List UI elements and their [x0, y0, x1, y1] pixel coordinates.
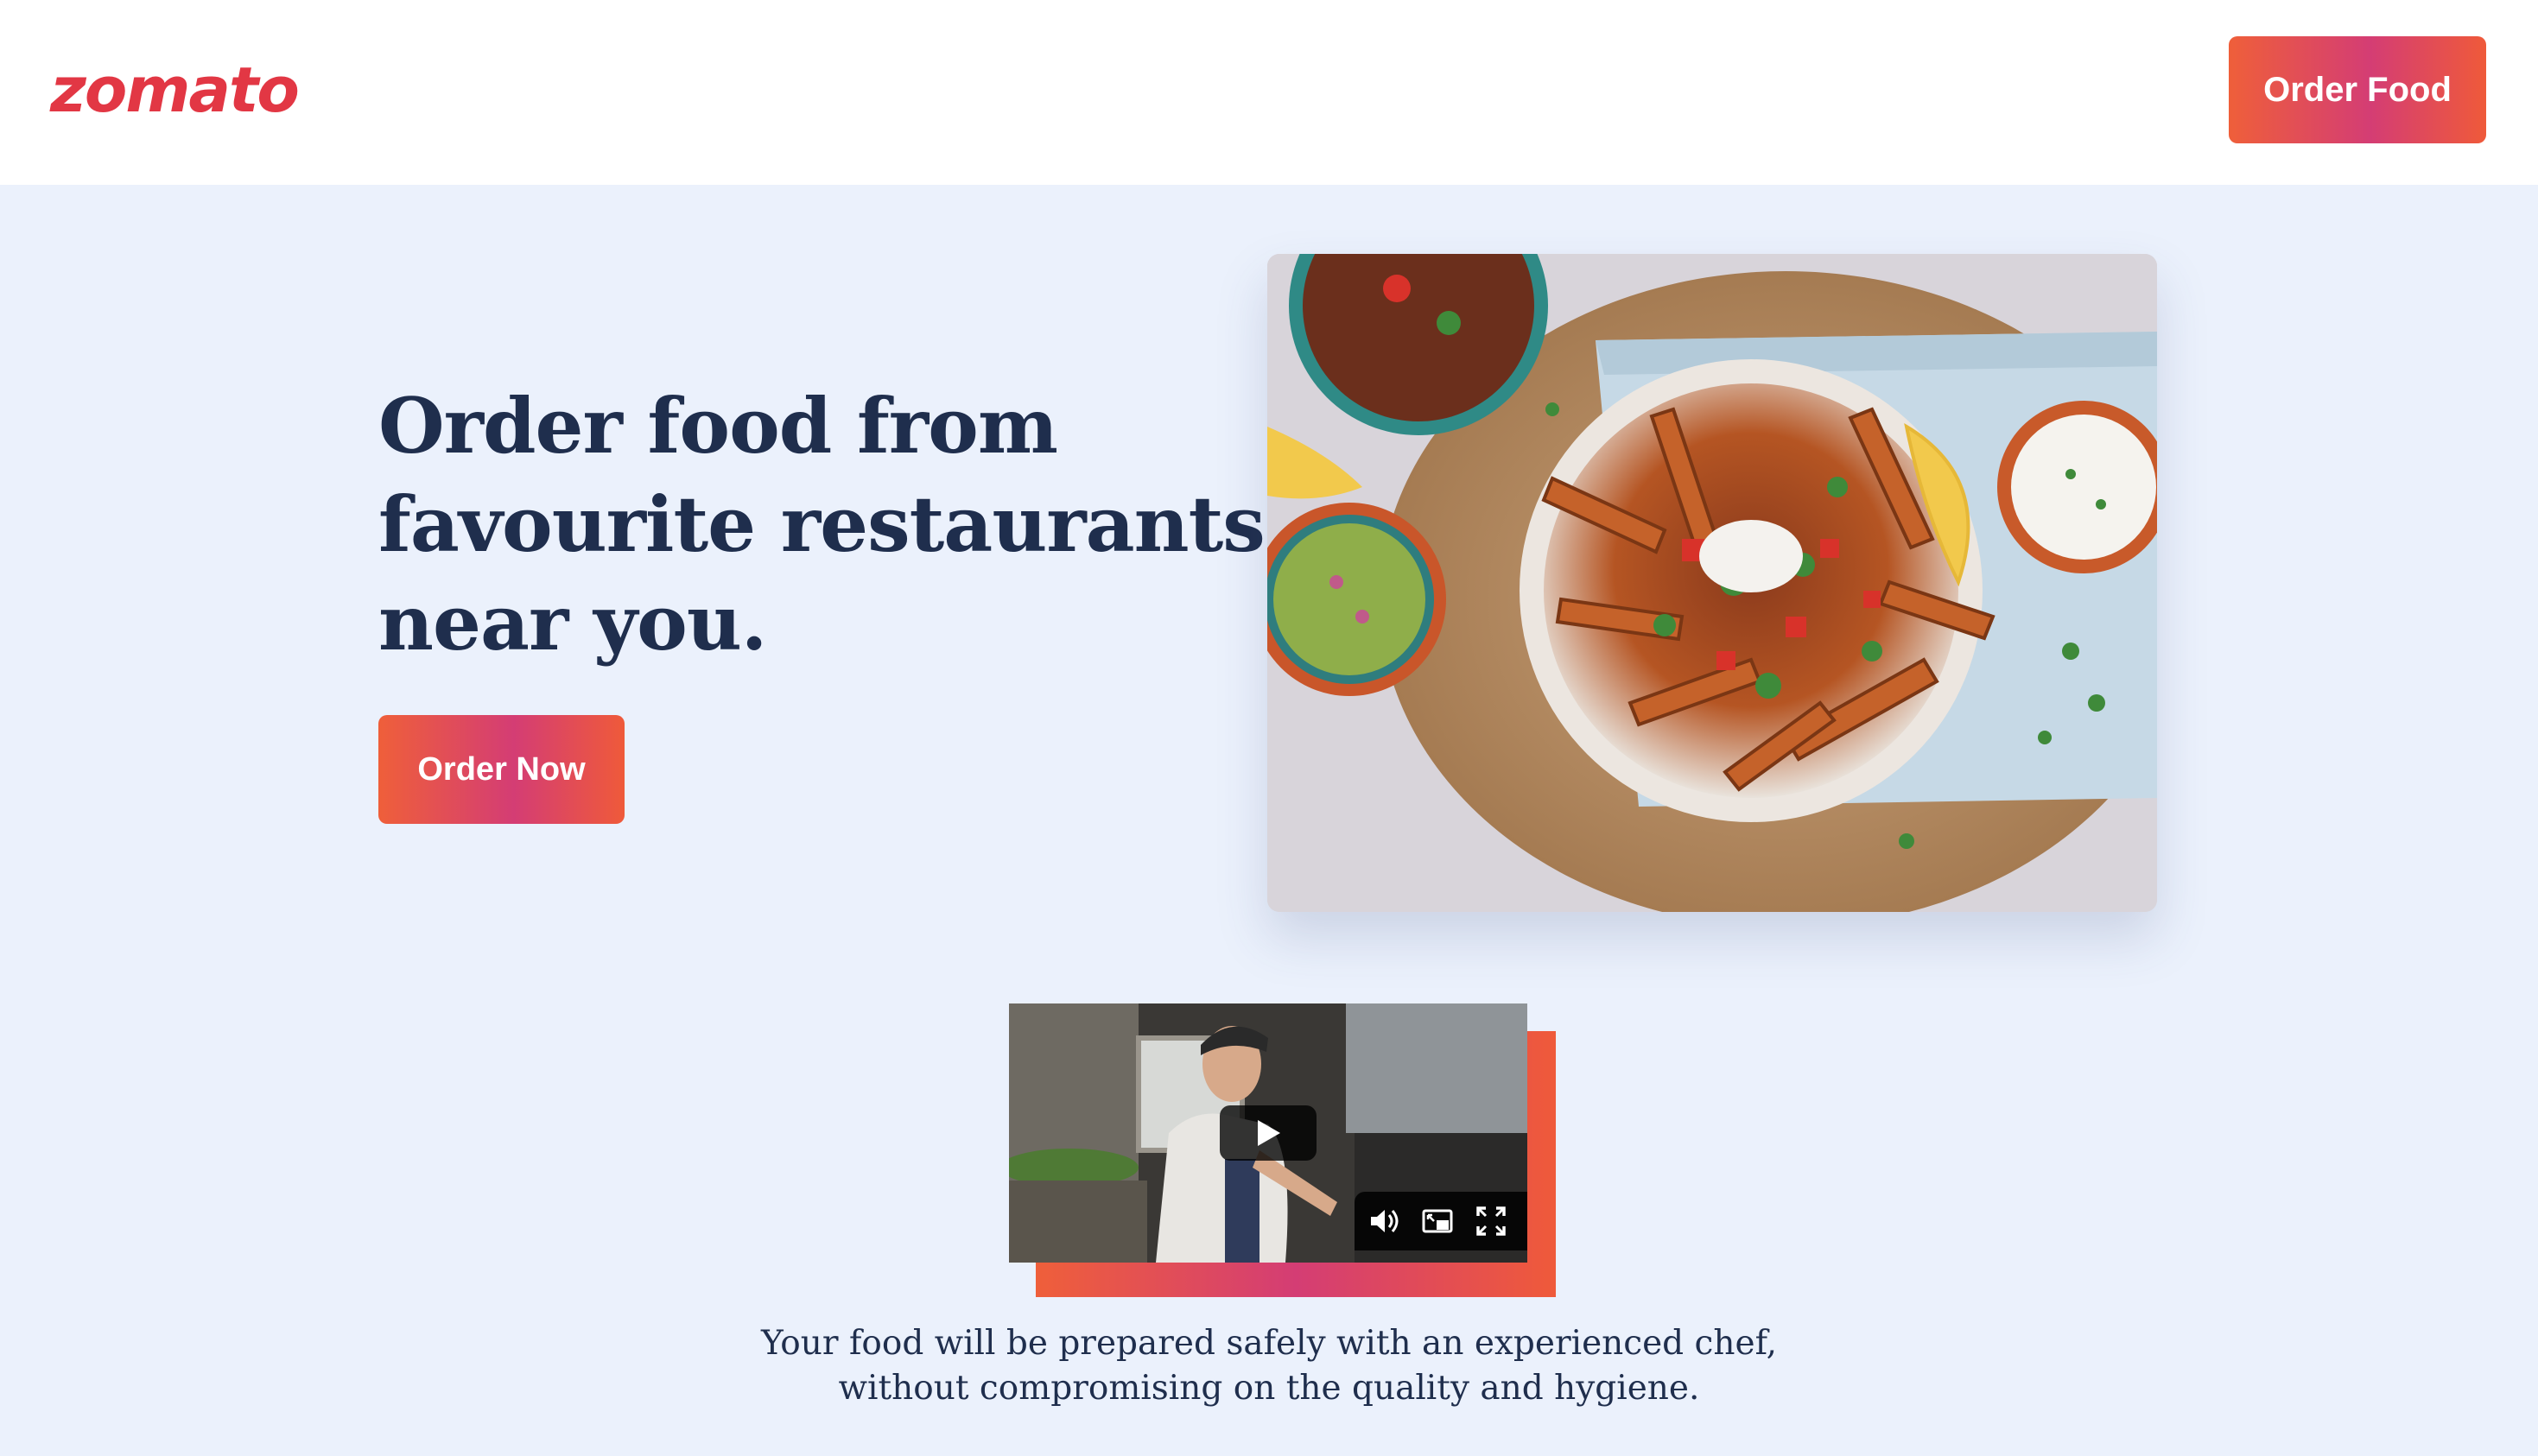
food-platter-illustration [1267, 254, 2157, 912]
zomato-logo[interactable]: zomato [50, 48, 300, 131]
hero-heading: Order food from favourite restaurants ne… [378, 377, 1277, 672]
fullscreen-button[interactable] [1474, 1204, 1508, 1238]
video-controls-bar [1355, 1192, 1527, 1250]
video-caption-line-2: without compromising on the quality and … [838, 1369, 1700, 1408]
volume-icon [1371, 1210, 1399, 1232]
video-caption-line-1: Your food will be prepared safely with a… [760, 1324, 1778, 1363]
order-food-button[interactable]: Order Food [2229, 36, 2486, 143]
hero-heading-line-3: near you. [378, 578, 767, 668]
video-caption: Your food will be prepared safely with a… [0, 1321, 2538, 1411]
hero-heading-line-1: Order food from [378, 381, 1058, 471]
food-platter-image [1267, 254, 2157, 912]
order-now-button[interactable]: Order Now [378, 715, 625, 824]
picture-in-picture-icon [1422, 1209, 1453, 1233]
top-header: zomato Order Food [0, 0, 2538, 185]
play-icon [1258, 1120, 1280, 1146]
chef-video-player[interactable] [1009, 1003, 1527, 1263]
picture-in-picture-button[interactable] [1420, 1204, 1455, 1238]
fullscreen-icon [1476, 1206, 1506, 1236]
hero-heading-line-2: favourite restaurants [378, 479, 1266, 569]
volume-button[interactable] [1367, 1204, 1401, 1238]
play-button[interactable] [1220, 1105, 1317, 1161]
